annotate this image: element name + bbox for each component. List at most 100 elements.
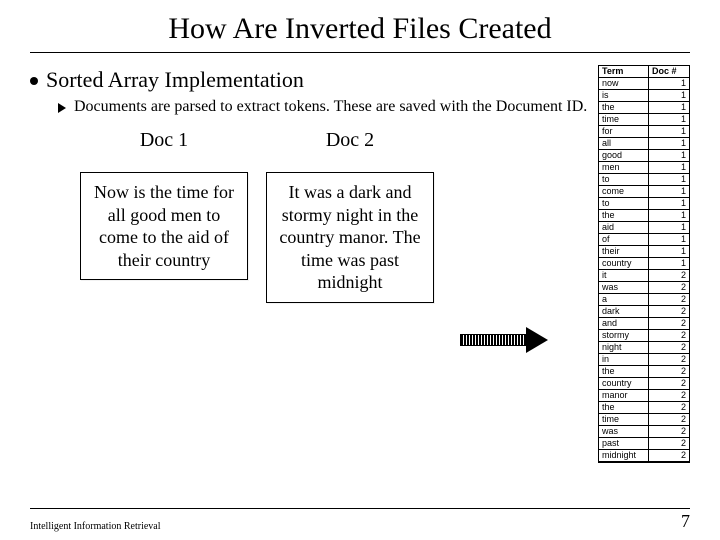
cell-doc: 2 <box>649 426 689 438</box>
footer-source: Intelligent Information Retrieval <box>30 521 161 532</box>
cell-term: good <box>599 150 649 162</box>
cell-term: stormy <box>599 330 649 342</box>
header-term: Term <box>599 66 649 78</box>
table-row: all1 <box>599 138 689 150</box>
cell-term: manor <box>599 390 649 402</box>
cell-term: come <box>599 186 649 198</box>
table-row: for1 <box>599 126 689 138</box>
cell-term: dark <box>599 306 649 318</box>
cell-doc: 2 <box>649 450 689 462</box>
cell-doc: 1 <box>649 126 689 138</box>
token-table: Term Doc # now1is1the1time1for1all1good1… <box>598 65 690 463</box>
cell-term: and <box>599 318 649 330</box>
table-row: to1 <box>599 174 689 186</box>
cell-doc: 2 <box>649 402 689 414</box>
doc2-label: Doc 2 <box>326 129 374 152</box>
table-row: is1 <box>599 90 689 102</box>
doc1-column: Doc 1 Now is the time for all good men t… <box>80 129 248 303</box>
page-number: 7 <box>681 511 690 532</box>
cell-term: country <box>599 378 649 390</box>
table-row: of1 <box>599 234 689 246</box>
table-row: manor2 <box>599 390 689 402</box>
cell-doc: 1 <box>649 174 689 186</box>
table-header-row: Term Doc # <box>599 66 689 78</box>
table-row: men1 <box>599 162 689 174</box>
cell-term: their <box>599 246 649 258</box>
table-row: aid1 <box>599 222 689 234</box>
table-row: was2 <box>599 426 689 438</box>
title-row: How Are Inverted Files Created <box>30 12 690 53</box>
cell-doc: 2 <box>649 318 689 330</box>
cell-doc: 1 <box>649 222 689 234</box>
cell-term: time <box>599 114 649 126</box>
cell-term: time <box>599 414 649 426</box>
footer: Intelligent Information Retrieval 7 <box>30 508 690 532</box>
table-row: the2 <box>599 366 689 378</box>
cell-doc: 2 <box>649 270 689 282</box>
cell-term: country <box>599 258 649 270</box>
cell-doc: 1 <box>649 234 689 246</box>
table-row: their1 <box>599 246 689 258</box>
cell-term: to <box>599 198 649 210</box>
cell-term: night <box>599 342 649 354</box>
bullet-level1: Sorted Array Implementation <box>30 67 590 93</box>
cell-doc: 1 <box>649 138 689 150</box>
table-row: the1 <box>599 210 689 222</box>
table-row: in2 <box>599 354 689 366</box>
table-row: now1 <box>599 78 689 90</box>
cell-doc: 2 <box>649 330 689 342</box>
table-row: good1 <box>599 150 689 162</box>
cell-doc: 2 <box>649 438 689 450</box>
cell-doc: 2 <box>649 282 689 294</box>
cell-term: midnight <box>599 450 649 462</box>
bullet-dot-icon <box>30 77 38 85</box>
cell-term: the <box>599 102 649 114</box>
table-row: time2 <box>599 414 689 426</box>
table-body: now1is1the1time1for1all1good1men1to1come… <box>599 78 689 462</box>
cell-doc: 1 <box>649 150 689 162</box>
cell-term: now <box>599 78 649 90</box>
body-column: Sorted Array Implementation Documents ar… <box>30 67 598 303</box>
doc2-column: Doc 2 It was a dark and stormy night in … <box>266 129 434 303</box>
table-row: to1 <box>599 198 689 210</box>
cell-term: for <box>599 126 649 138</box>
cell-term: was <box>599 282 649 294</box>
cell-doc: 1 <box>649 210 689 222</box>
cell-doc: 1 <box>649 258 689 270</box>
cell-term: to <box>599 174 649 186</box>
table-row: past2 <box>599 438 689 450</box>
cell-doc: 1 <box>649 102 689 114</box>
cell-term: the <box>599 366 649 378</box>
slide: How Are Inverted Files Created Sorted Ar… <box>0 0 720 540</box>
cell-term: a <box>599 294 649 306</box>
table-row: and2 <box>599 318 689 330</box>
cell-doc: 1 <box>649 198 689 210</box>
cell-term: of <box>599 234 649 246</box>
cell-term: the <box>599 402 649 414</box>
bullet-level2-text: Documents are parsed to extract tokens. … <box>74 97 587 117</box>
arrow-icon <box>460 330 550 350</box>
cell-term: aid <box>599 222 649 234</box>
bullet-triangle-icon <box>58 103 66 113</box>
cell-doc: 2 <box>649 378 689 390</box>
cell-doc: 1 <box>649 114 689 126</box>
cell-doc: 2 <box>649 354 689 366</box>
table-row: come1 <box>599 186 689 198</box>
cell-term: in <box>599 354 649 366</box>
table-row: midnight2 <box>599 450 689 462</box>
cell-doc: 2 <box>649 390 689 402</box>
table-row: it2 <box>599 270 689 282</box>
table-row: was2 <box>599 282 689 294</box>
cell-doc: 2 <box>649 414 689 426</box>
table-row: the1 <box>599 102 689 114</box>
cell-doc: 1 <box>649 162 689 174</box>
cell-term: the <box>599 210 649 222</box>
doc1-label: Doc 1 <box>140 129 188 152</box>
table-row: time1 <box>599 114 689 126</box>
cell-term: was <box>599 426 649 438</box>
bullet-level2: Documents are parsed to extract tokens. … <box>58 97 590 117</box>
table-row: country1 <box>599 258 689 270</box>
cell-doc: 2 <box>649 342 689 354</box>
slide-title: How Are Inverted Files Created <box>30 12 690 46</box>
cell-term: it <box>599 270 649 282</box>
